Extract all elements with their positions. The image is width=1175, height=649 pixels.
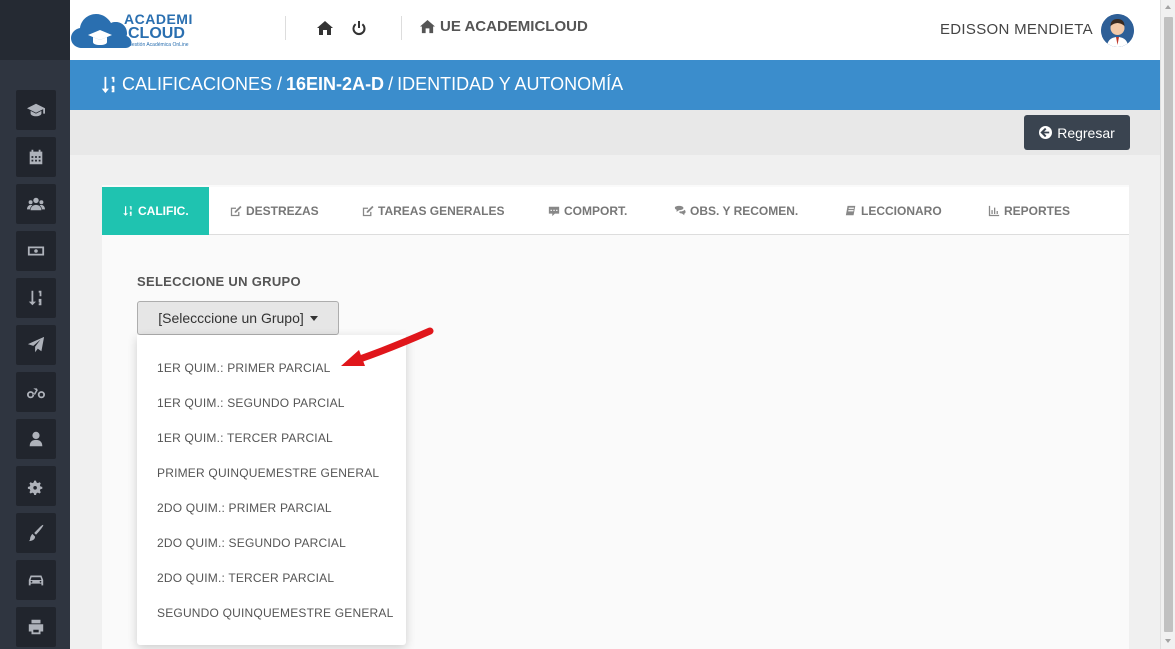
- paint-brush-icon: [28, 524, 44, 542]
- edit-icon: [362, 205, 374, 217]
- tab-label: COMPORT.: [564, 204, 628, 218]
- dropdown-option[interactable]: 2DO QUIM.: TERCER PARCIAL: [157, 571, 334, 585]
- sidebar-item-users[interactable]: [16, 184, 56, 224]
- book-icon: [845, 205, 856, 216]
- sidebar: [0, 60, 70, 649]
- caret-down-icon: [309, 315, 318, 321]
- dropdown-option[interactable]: 2DO QUIM.: SEGUNDO PARCIAL: [157, 536, 346, 550]
- school-name-label: UE ACADEMICLOUD: [440, 18, 588, 35]
- tab-label: OBS. Y RECOMEN.: [690, 204, 799, 218]
- avatar[interactable]: [1101, 14, 1134, 47]
- tab-bar: CALIFIC. DESTREZAS TAREAS GENERALES COMP…: [102, 187, 1129, 235]
- dropdown-option[interactable]: 1ER QUIM.: TERCER PARCIAL: [157, 431, 333, 445]
- tab-tareas-generales[interactable]: TAREAS GENERALES: [362, 187, 504, 235]
- tab-comport[interactable]: COMPORT.: [548, 187, 627, 235]
- sort-numeric-icon: [123, 206, 132, 216]
- sidebar-item-design[interactable]: [16, 513, 56, 553]
- user-icon: [29, 431, 43, 447]
- tab-label: TAREAS GENERALES: [378, 204, 505, 218]
- back-button-label: Regresar: [1057, 124, 1115, 141]
- sidebar-item-profile[interactable]: [16, 419, 56, 459]
- group-dropdown-menu: 1ER QUIM.: PRIMER PARCIAL 1ER QUIM.: SEG…: [137, 335, 406, 645]
- breadcrumb-course: 16EIN-2A-D: [286, 74, 385, 94]
- car-icon: [28, 575, 44, 586]
- bar-chart-icon: [988, 205, 1000, 217]
- scroll-up-icon[interactable]: [1165, 5, 1171, 9]
- scroll-down-icon[interactable]: [1165, 639, 1171, 643]
- sidebar-item-print[interactable]: [16, 607, 56, 647]
- top-header: ACADEMI CLOUD Gestión Académica OnLine U…: [70, 0, 1160, 60]
- annotation-arrow-icon: [341, 327, 434, 366]
- tab-leccionaro[interactable]: LECCIONARO: [845, 187, 942, 235]
- user-name[interactable]: EDISSON MENDIETA: [940, 21, 1093, 38]
- sidebar-item-transport[interactable]: [16, 560, 56, 600]
- print-icon: [28, 619, 44, 635]
- tab-obs-recomen[interactable]: OBS. Y RECOMEN.: [674, 187, 798, 235]
- home-icon: [317, 21, 333, 35]
- dropdown-option[interactable]: 2DO QUIM.: PRIMER PARCIAL: [157, 501, 332, 515]
- tab-label: REPORTES: [1004, 204, 1071, 218]
- toolbar: Regresar: [70, 110, 1160, 155]
- breadcrumb-separator: /: [388, 74, 394, 94]
- dropdown-option[interactable]: 1ER QUIM.: PRIMER PARCIAL: [157, 361, 330, 375]
- sidebar-item-messages[interactable]: [16, 325, 56, 365]
- paper-plane-icon: [27, 336, 45, 353]
- breadcrumb-section: CALIFICACIONES /: [122, 74, 283, 94]
- breadcrumb-subject: IDENTIDAD Y AUTONOMÍA: [397, 74, 624, 94]
- comment-icon: [548, 206, 560, 217]
- breadcrumb: CALIFICACIONES / 16EIN-2A-D / IDENTIDAD …: [100, 74, 623, 95]
- sidebar-item-academic[interactable]: [16, 90, 56, 130]
- sort-numeric-icon: [28, 290, 42, 306]
- scrollbar-thumb[interactable]: [1164, 17, 1173, 632]
- sidebar-item-calendar[interactable]: [16, 137, 56, 177]
- divider: [285, 16, 286, 40]
- tab-label: LECCIONARO: [861, 204, 942, 218]
- comments-icon: [674, 205, 686, 216]
- tab-label: DESTREZAS: [246, 204, 319, 218]
- sidebar-header: [0, 0, 70, 60]
- power-icon: [352, 21, 366, 36]
- home-icon: [420, 19, 435, 34]
- users-icon: [27, 197, 45, 211]
- app-logo[interactable]: ACADEMI CLOUD Gestión Académica OnLine: [70, 8, 192, 54]
- sort-numeric-icon: [101, 76, 115, 93]
- tab-destrezas[interactable]: DESTREZAS: [230, 187, 319, 235]
- arrow-circle-left-icon: [1039, 126, 1053, 139]
- divider: [401, 16, 402, 40]
- page-scrollbar[interactable]: [1160, 0, 1175, 649]
- bicycle-icon: [27, 388, 45, 399]
- group-dropdown-value: [Selecccione un Grupo]: [158, 310, 304, 326]
- cloud-logo-icon: [71, 14, 132, 48]
- dropdown-option[interactable]: SEGUNDO QUINQUEMESTRE GENERAL: [157, 606, 394, 620]
- school-name: UE ACADEMICLOUD: [420, 18, 588, 35]
- money-icon: [27, 246, 45, 256]
- calendar-icon: [29, 149, 43, 165]
- content-panel: CALIFIC. DESTREZAS TAREAS GENERALES COMP…: [102, 185, 1129, 649]
- tab-calific[interactable]: CALIFIC.: [102, 187, 209, 235]
- home-button[interactable]: [317, 20, 333, 36]
- logout-button[interactable]: [351, 20, 367, 36]
- dropdown-option[interactable]: 1ER QUIM.: SEGUNDO PARCIAL: [157, 396, 345, 410]
- sidebar-item-payments[interactable]: [16, 231, 56, 271]
- sidebar-item-grades[interactable]: [16, 278, 56, 318]
- page-title-bar: CALIFICACIONES / 16EIN-2A-D / IDENTIDAD …: [70, 60, 1160, 110]
- group-dropdown-button[interactable]: [Selecccione un Grupo]: [137, 301, 339, 335]
- tab-reportes[interactable]: REPORTES: [988, 187, 1070, 235]
- graduation-cap-icon: [27, 103, 45, 117]
- logo-text-cloud: CLOUD: [128, 25, 185, 42]
- group-select-label: SELECCIONE UN GRUPO: [137, 274, 301, 289]
- sidebar-item-activities[interactable]: [16, 372, 56, 412]
- back-button[interactable]: Regresar: [1024, 115, 1130, 150]
- logo-tagline: Gestión Académica OnLine: [128, 42, 189, 48]
- user-avatar-icon: [1101, 14, 1134, 47]
- edit-icon: [230, 205, 242, 217]
- tab-label: CALIFIC.: [138, 204, 189, 218]
- cogs-icon: [27, 480, 43, 495]
- dropdown-option[interactable]: PRIMER QUINQUEMESTRE GENERAL: [157, 466, 379, 480]
- sidebar-item-settings[interactable]: [16, 466, 56, 506]
